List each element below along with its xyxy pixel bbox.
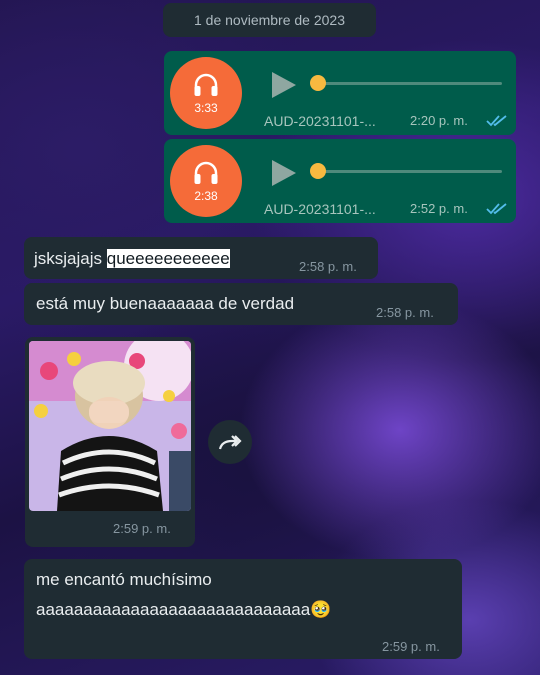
headphones-icon	[194, 73, 218, 96]
audio-progress-track[interactable]	[320, 170, 502, 173]
sticker-image[interactable]	[29, 341, 191, 511]
incoming-message[interactable]: está muy buenaaaaaaa de verdad 2:58 p. m…	[24, 283, 458, 325]
read-ticks-icon	[486, 115, 507, 127]
message-text-plain: jsksjajajs	[34, 249, 107, 268]
audio-message[interactable]: 2:38 AUD-20231101-... 2:52 p. m.	[164, 139, 516, 223]
search-highlight: queeeeeeeeeee	[106, 249, 230, 268]
play-icon[interactable]	[270, 70, 298, 100]
message-time: 2:59 p. m.	[113, 521, 171, 536]
incoming-message[interactable]: jsksjajajs queeeeeeeeeee 2:58 p. m.	[24, 237, 378, 279]
audio-duration: 3:33	[194, 100, 218, 115]
audio-filename: AUD-20231101-...	[264, 201, 376, 217]
audio-message[interactable]: 3:33 AUD-20231101-... 2:20 p. m.	[164, 51, 516, 135]
forward-button[interactable]	[208, 420, 252, 464]
headphones-icon	[194, 161, 218, 184]
audio-avatar: 3:33	[170, 57, 242, 129]
play-icon[interactable]	[270, 158, 298, 188]
message-text-line2-content: aaaaaaaaaaaaaaaaaaaaaaaaaaaaa	[36, 600, 311, 619]
message-time: 2:20 p. m.	[410, 113, 468, 128]
pleading-emoji-icon: 🥹	[310, 600, 332, 619]
audio-avatar: 2:38	[170, 145, 242, 217]
message-time: 2:58 p. m.	[376, 305, 434, 320]
message-time: 2:52 p. m.	[410, 201, 468, 216]
message-text: está muy buenaaaaaaa de verdad	[36, 294, 295, 313]
date-chip-label: 1 de noviembre de 2023	[194, 12, 345, 28]
message-text: jsksjajajs queeeeeeeeeee	[34, 249, 230, 269]
audio-filename: AUD-20231101-...	[264, 113, 376, 129]
incoming-message[interactable]: me encantó muchísimo aaaaaaaaaaaaaaaaaaa…	[24, 559, 462, 659]
message-text-line1: me encantó muchísimo	[36, 570, 212, 589]
read-ticks-icon	[486, 203, 507, 215]
message-time: 2:59 p. m.	[382, 639, 440, 654]
date-chip: 1 de noviembre de 2023	[163, 3, 376, 37]
audio-progress-knob[interactable]	[310, 163, 326, 179]
message-text-line2: aaaaaaaaaaaaaaaaaaaaaaaaaaaaa🥹	[36, 600, 331, 620]
audio-progress-track[interactable]	[320, 82, 502, 85]
forward-icon	[218, 435, 242, 450]
message-time: 2:58 p. m.	[299, 259, 357, 274]
audio-progress-knob[interactable]	[310, 75, 326, 91]
image-message[interactable]: 2:59 p. m.	[25, 337, 195, 547]
audio-duration: 2:38	[194, 188, 218, 203]
